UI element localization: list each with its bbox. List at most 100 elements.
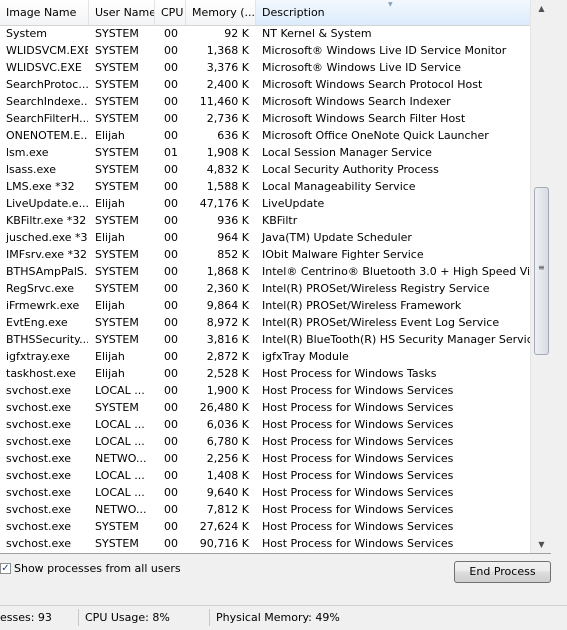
process-image-name: SearchProtoc... <box>6 78 88 91</box>
table-row[interactable]: lsass.exe SYSTEM 00 4,832 K Local Security A… <box>0 161 530 178</box>
table-row[interactable]: WLIDSVC.EXE SYSTEM 00 3,376 K Microsoft® Win… <box>0 59 530 76</box>
process-description: Host Process for Windows Services <box>262 520 454 533</box>
process-image-name: svchost.exe <box>6 401 72 414</box>
process-description: Intel(R) PROSet/Wireless Registry Servic… <box>262 282 490 295</box>
table-row[interactable]: svchost.exe SYSTEM 00 27,624 K Host Process … <box>0 518 530 535</box>
process-image-name: jusched.exe *32 <box>6 231 88 244</box>
table-row[interactable]: LiveUpdate.e... Elijah 00 47,176 K LiveUpdat… <box>0 195 530 212</box>
table-row[interactable]: lsm.exe SYSTEM 01 1,908 K Local Session Mana… <box>0 144 530 161</box>
process-user-name: Elijah <box>95 129 125 142</box>
process-description: Microsoft Office OneNote Quick Launcher <box>262 129 489 142</box>
table-row[interactable]: svchost.exe SYSTEM 00 90,716 K Host Process … <box>0 535 530 552</box>
process-image-name: iFrmewrk.exe <box>6 299 80 312</box>
table-row[interactable]: RegSrvc.exe SYSTEM 00 2,360 K Intel(R) PROSe… <box>0 280 530 297</box>
process-image-name: lsm.exe <box>6 146 49 159</box>
process-user-name: SYSTEM <box>95 180 139 193</box>
table-row[interactable]: svchost.exe SYSTEM 00 26,480 K Host Process … <box>0 399 530 416</box>
process-memory: 9,640 K <box>206 486 249 499</box>
table-row[interactable]: IMFsrv.exe *32 SYSTEM 00 852 K IObit Malware… <box>0 246 530 263</box>
checkmark-icon: ✓ <box>1 563 10 574</box>
table-row[interactable]: WLIDSVCM.EXE SYSTEM 00 1,368 K Microsoft® Wi… <box>0 42 530 59</box>
process-cpu: 00 <box>164 44 178 57</box>
process-image-name: svchost.exe <box>6 452 72 465</box>
chevron-up-icon[interactable]: ▲ <box>533 0 550 17</box>
process-cpu: 00 <box>164 401 178 414</box>
process-memory: 9,864 K <box>206 299 249 312</box>
process-image-name: svchost.exe <box>6 520 72 533</box>
table-row[interactable]: taskhost.exe Elijah 00 2,528 K Host Process … <box>0 365 530 382</box>
process-image-name: svchost.exe <box>6 469 72 482</box>
table-row[interactable]: SearchProtoc... SYSTEM 00 2,400 K Microsoft … <box>0 76 530 93</box>
process-description: Microsoft Windows Search Filter Host <box>262 112 466 125</box>
process-image-name: svchost.exe <box>6 435 72 448</box>
table-row[interactable]: svchost.exe LOCAL ... 00 1,408 K Host Proces… <box>0 467 530 484</box>
process-memory: 964 K <box>217 231 249 244</box>
process-user-name: SYSTEM <box>95 163 139 176</box>
process-memory: 1,908 K <box>206 146 249 159</box>
process-description: Microsoft® Windows Live ID Service Monit… <box>262 44 507 57</box>
status-divider <box>78 609 79 626</box>
process-description: Host Process for Windows Services <box>262 384 454 397</box>
scrollbar-thumb[interactable]: ≡ <box>534 187 549 355</box>
process-description: Host Process for Windows Services <box>262 537 454 550</box>
table-row[interactable]: ONENOTEM.E... Elijah 00 636 K Microsoft Offi… <box>0 127 530 144</box>
table-row[interactable]: SearchIndexe... SYSTEM 00 11,460 K Microsoft… <box>0 93 530 110</box>
column-image-name[interactable]: Image Name <box>0 0 89 25</box>
process-image-name: IMFsrv.exe *32 <box>6 248 87 261</box>
status-bar: esses: 93 CPU Usage: 8% Physical Memory:… <box>0 605 567 628</box>
process-cpu: 00 <box>164 503 178 516</box>
table-row[interactable]: svchost.exe LOCAL ... 00 6,780 K Host Proces… <box>0 433 530 450</box>
process-image-name: svchost.exe <box>6 418 72 431</box>
table-row[interactable]: svchost.exe LOCAL ... 00 6,036 K Host Proces… <box>0 416 530 433</box>
table-row[interactable]: svchost.exe NETWO... 00 7,812 K Host Process… <box>0 501 530 518</box>
process-image-name: igfxtray.exe <box>6 350 70 363</box>
table-row[interactable]: iFrmewrk.exe Elijah 00 9,864 K Intel(R) PROS… <box>0 297 530 314</box>
process-memory: 3,376 K <box>206 61 249 74</box>
process-cpu: 00 <box>164 163 178 176</box>
table-row[interactable]: svchost.exe NETWO... 00 2,256 K Host Process… <box>0 450 530 467</box>
process-user-name: SYSTEM <box>95 265 139 278</box>
table-row[interactable]: LMS.exe *32 SYSTEM 00 1,588 K Local Manageab… <box>0 178 530 195</box>
process-memory: 1,900 K <box>206 384 249 397</box>
process-image-name: LiveUpdate.e... <box>6 197 88 210</box>
process-list: Image Name User Name CPU Memory (... Des… <box>0 0 551 554</box>
process-memory: 1,868 K <box>206 265 249 278</box>
process-user-name: Elijah <box>95 299 125 312</box>
end-process-button[interactable]: End Process <box>454 561 551 583</box>
process-user-name: SYSTEM <box>95 248 139 261</box>
show-all-users-label[interactable]: Show processes from all users <box>14 562 181 575</box>
process-cpu: 00 <box>164 469 178 482</box>
process-cpu: 00 <box>164 112 178 125</box>
process-user-name: NETWO... <box>95 452 147 465</box>
column-user-name[interactable]: User Name <box>89 0 155 25</box>
column-description[interactable]: Description <box>256 0 530 25</box>
table-row[interactable]: jusched.exe *32 Elijah 00 964 K Java(TM) Upd… <box>0 229 530 246</box>
process-image-name: BTHSAmpPalS... <box>6 265 88 278</box>
table-row[interactable]: igfxtray.exe Elijah 00 2,872 K igfxTray Modu… <box>0 348 530 365</box>
process-user-name: LOCAL ... <box>95 418 145 431</box>
show-all-users-checkbox[interactable]: ✓ <box>0 563 11 574</box>
table-row[interactable]: SearchFilterH... SYSTEM 00 2,736 K Microsoft… <box>0 110 530 127</box>
process-user-name: SYSTEM <box>95 61 139 74</box>
table-row[interactable]: EvtEng.exe SYSTEM 00 8,972 K Intel(R) PROSet… <box>0 314 530 331</box>
process-user-name: SYSTEM <box>95 95 139 108</box>
process-description: Local Session Manager Service <box>262 146 432 159</box>
process-memory: 47,176 K <box>199 197 249 210</box>
table-row[interactable]: BTHSSecurity.... SYSTEM 00 3,816 K Intel(R) … <box>0 331 530 348</box>
table-row[interactable]: svchost.exe LOCAL ... 00 9,640 K Host Proces… <box>0 484 530 501</box>
table-row[interactable]: svchost.exe LOCAL ... 00 1,900 K Host Proces… <box>0 382 530 399</box>
process-cpu: 00 <box>164 333 178 346</box>
vertical-scrollbar[interactable]: ▲ ≡ ▼ <box>530 0 551 553</box>
process-user-name: SYSTEM <box>95 333 139 346</box>
table-row[interactable]: KBFiltr.exe *32 SYSTEM 00 936 K KBFiltr <box>0 212 530 229</box>
process-memory: 2,528 K <box>206 367 249 380</box>
table-row[interactable]: System SYSTEM 00 92 K NT Kernel & System <box>0 25 530 42</box>
table-row[interactable]: BTHSAmpPalS... SYSTEM 00 1,868 K Intel® Cent… <box>0 263 530 280</box>
column-memory[interactable]: Memory (... <box>186 0 256 25</box>
chevron-down-icon[interactable]: ▼ <box>533 536 550 553</box>
status-divider <box>209 609 210 626</box>
process-cpu: 00 <box>164 180 178 193</box>
process-cpu: 00 <box>164 350 178 363</box>
status-physical-memory: Physical Memory: 49% <box>216 611 340 624</box>
column-cpu[interactable]: CPU <box>155 0 186 25</box>
